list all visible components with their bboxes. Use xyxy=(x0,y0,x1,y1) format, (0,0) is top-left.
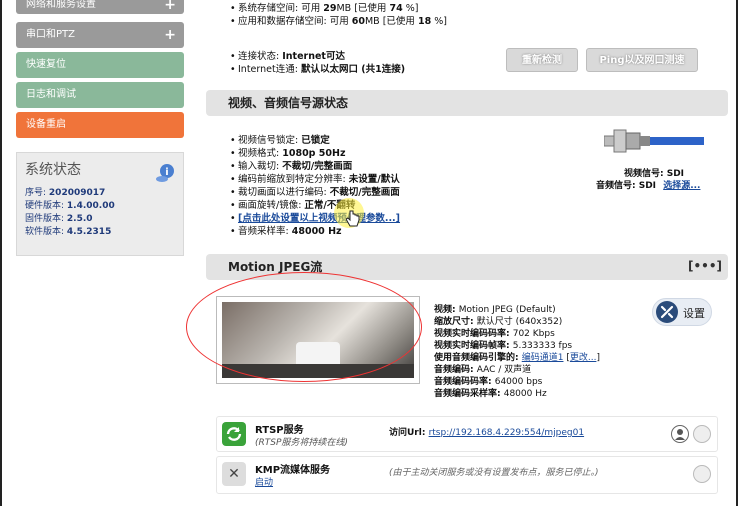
gear-icon[interactable] xyxy=(693,425,711,443)
wrench-icon xyxy=(656,301,678,323)
user-icon[interactable] xyxy=(671,425,689,443)
kmp-service-note: (由于主动关闭服务或没有设置发布点，服务已停止。) xyxy=(389,468,599,478)
sidebar-item-quick-reset[interactable]: 快速复位 xyxy=(16,52,184,78)
audio-signal-label: 音频信号: SDI xyxy=(596,181,657,191)
sdi-connector-icon xyxy=(604,129,704,153)
signal-row: 画面旋转/镜像: 正常/不翻转 xyxy=(206,199,400,212)
connection-status: 连接状态: Internet可达 xyxy=(206,50,405,63)
kmp-service-title: KMP流媒体服务 xyxy=(255,465,331,476)
x-icon: ✕ xyxy=(222,462,246,486)
storage-app: 应用和数据存储空间: 可用 60MB [已使用 18 %] xyxy=(206,15,447,28)
sidebar: 网络和服务设置 + 串口和PTZ + 快速复位 日志和调试 设备重启 系统状态 … xyxy=(16,0,184,256)
preprocess-settings-link[interactable]: [点击此处设置以上视频预处理参数...] xyxy=(238,213,400,224)
signal-section-title: 视频、音频信号源状态 xyxy=(228,96,349,110)
rtsp-url-link[interactable]: rtsp://192.168.4.229:554/mjpeg01 xyxy=(429,428,585,438)
sidebar-item-serial-ptz[interactable]: 串口和PTZ + xyxy=(16,22,184,48)
rtsp-url-row: 访问Url: rtsp://192.168.4.229:554/mjpeg01 xyxy=(389,425,584,438)
expand-icon[interactable]: + xyxy=(164,0,176,12)
status-row-hardware: 硬件版本: 1.4.00.00 xyxy=(25,201,115,211)
rtsp-url-label: 访问Url: xyxy=(389,428,429,438)
signal-row: 裁切画面以进行编码: 不裁切/完整画面 xyxy=(206,186,400,199)
sidebar-item-label: 日志和调试 xyxy=(26,89,76,100)
signal-row: 输入裁切: 不裁切/完整画面 xyxy=(206,160,400,173)
stream-info-row: 音频编码: AAC / 双声道 xyxy=(434,365,532,375)
sidebar-item-label: 串口和PTZ xyxy=(26,29,75,40)
sidebar-item-label: 网络和服务设置 xyxy=(26,0,96,10)
signal-list: 视频信号锁定: 已锁定 视频格式: 1080p 50Hz 输入裁切: 不裁切/完… xyxy=(206,134,400,238)
status-row-firmware: 固件版本: 2.5.0 xyxy=(25,214,93,224)
system-status-panel: 系统状态 i 序号: 202009017 硬件版本: 1.4.00.00 固件版… xyxy=(16,152,184,256)
stream-info: 视频: Motion JPEG (Default) 缩放尺寸: 默认尺寸 (64… xyxy=(434,304,600,400)
stream-info-row: 视频实时编码帧率: 5.333333 fps xyxy=(434,341,573,351)
more-menu-button[interactable]: [•••] xyxy=(688,259,722,275)
sidebar-item-network[interactable]: 网络和服务设置 + xyxy=(16,0,184,14)
audio-signal-row: 音频信号: SDI 选择源... xyxy=(596,178,700,191)
signal-row: 视频信号锁定: 已锁定 xyxy=(206,134,400,147)
stream-settings-button[interactable]: 设置 xyxy=(652,298,712,326)
status-row-software: 软件版本: 4.5.2315 xyxy=(25,227,112,237)
expand-icon[interactable]: + xyxy=(164,22,176,48)
status-row-serial: 序号: 202009017 xyxy=(25,188,106,198)
ping-test-button[interactable]: Ping以及网口测速 xyxy=(586,48,698,72)
info-icon[interactable]: i xyxy=(155,163,175,183)
refresh-icon xyxy=(222,422,246,446)
network-list: 连接状态: Internet可达 Internet连通: 默认以太网口 (共1连… xyxy=(206,50,405,76)
annotation-circle xyxy=(186,272,422,382)
sidebar-item-logs[interactable]: 日志和调试 xyxy=(16,82,184,108)
stream-info-row: 视频实时编码码率: 702 Kbps xyxy=(434,329,555,339)
signal-row: 编码前缩放到特定分辨率: 未设置/默认 xyxy=(206,173,400,186)
stream-info-row: 视频: Motion JPEG (Default) xyxy=(434,305,556,315)
system-status-title: 系统状态 xyxy=(25,162,81,178)
stream-info-row: 音频编码码率: 64000 bps xyxy=(434,377,543,387)
stream-info-row: 缩放尺寸: 默认尺寸 (640x352) xyxy=(434,317,563,327)
preprocess-settings-link-row: [点击此处设置以上视频预处理参数...] xyxy=(206,212,400,225)
hand-cursor-icon xyxy=(346,210,360,227)
svg-text:i: i xyxy=(165,167,168,178)
audio-sample-rate: 音频采样率: 48000 Hz xyxy=(206,225,400,238)
internet-status: Internet连通: 默认以太网口 (共1连接) xyxy=(206,63,405,76)
sidebar-item-label: 设备重启 xyxy=(26,119,66,130)
kmp-service-row: ✕ KMP流媒体服务 启动 (由于主动关闭服务或没有设置发布点，服务已停止。) xyxy=(216,456,718,494)
browser-frame: 网络和服务设置 + 串口和PTZ + 快速复位 日志和调试 设备重启 系统状态 … xyxy=(0,0,738,506)
kmp-start-link[interactable]: 启动 xyxy=(255,475,273,488)
select-source-link[interactable]: 选择源... xyxy=(663,181,700,191)
storage-system: 系统存储空间: 可用 29MB [已使用 74 %] xyxy=(206,2,447,15)
sidebar-item-reboot[interactable]: 设备重启 xyxy=(16,112,184,138)
storage-list: 系统存储空间: 可用 29MB [已使用 74 %] 应用和数据存储空间: 可用… xyxy=(206,2,447,28)
change-encoder-link[interactable]: 更改... xyxy=(570,353,597,363)
rtsp-service-row: RTSP服务 (RTSP服务将持续在线) 访问Url: rtsp://192.1… xyxy=(216,416,718,452)
rtsp-service-title: RTSP服务 xyxy=(255,425,304,436)
rtsp-service-subtitle: (RTSP服务将持续在线) xyxy=(255,438,348,448)
stream-info-row: 使用音频编码引擎的: 编码通道1 [更改...] xyxy=(434,353,600,363)
recheck-button[interactable]: 重新检测 xyxy=(506,48,578,72)
settings-label: 设置 xyxy=(683,307,705,320)
signal-row: 视频格式: 1080p 50Hz xyxy=(206,147,400,160)
sidebar-item-label: 快速复位 xyxy=(26,59,66,70)
signal-section-header: 视频、音频信号源状态 xyxy=(206,90,728,116)
stream-info-row: 音频编码采样率: 48000 Hz xyxy=(434,389,547,399)
gear-icon[interactable] xyxy=(693,465,711,483)
